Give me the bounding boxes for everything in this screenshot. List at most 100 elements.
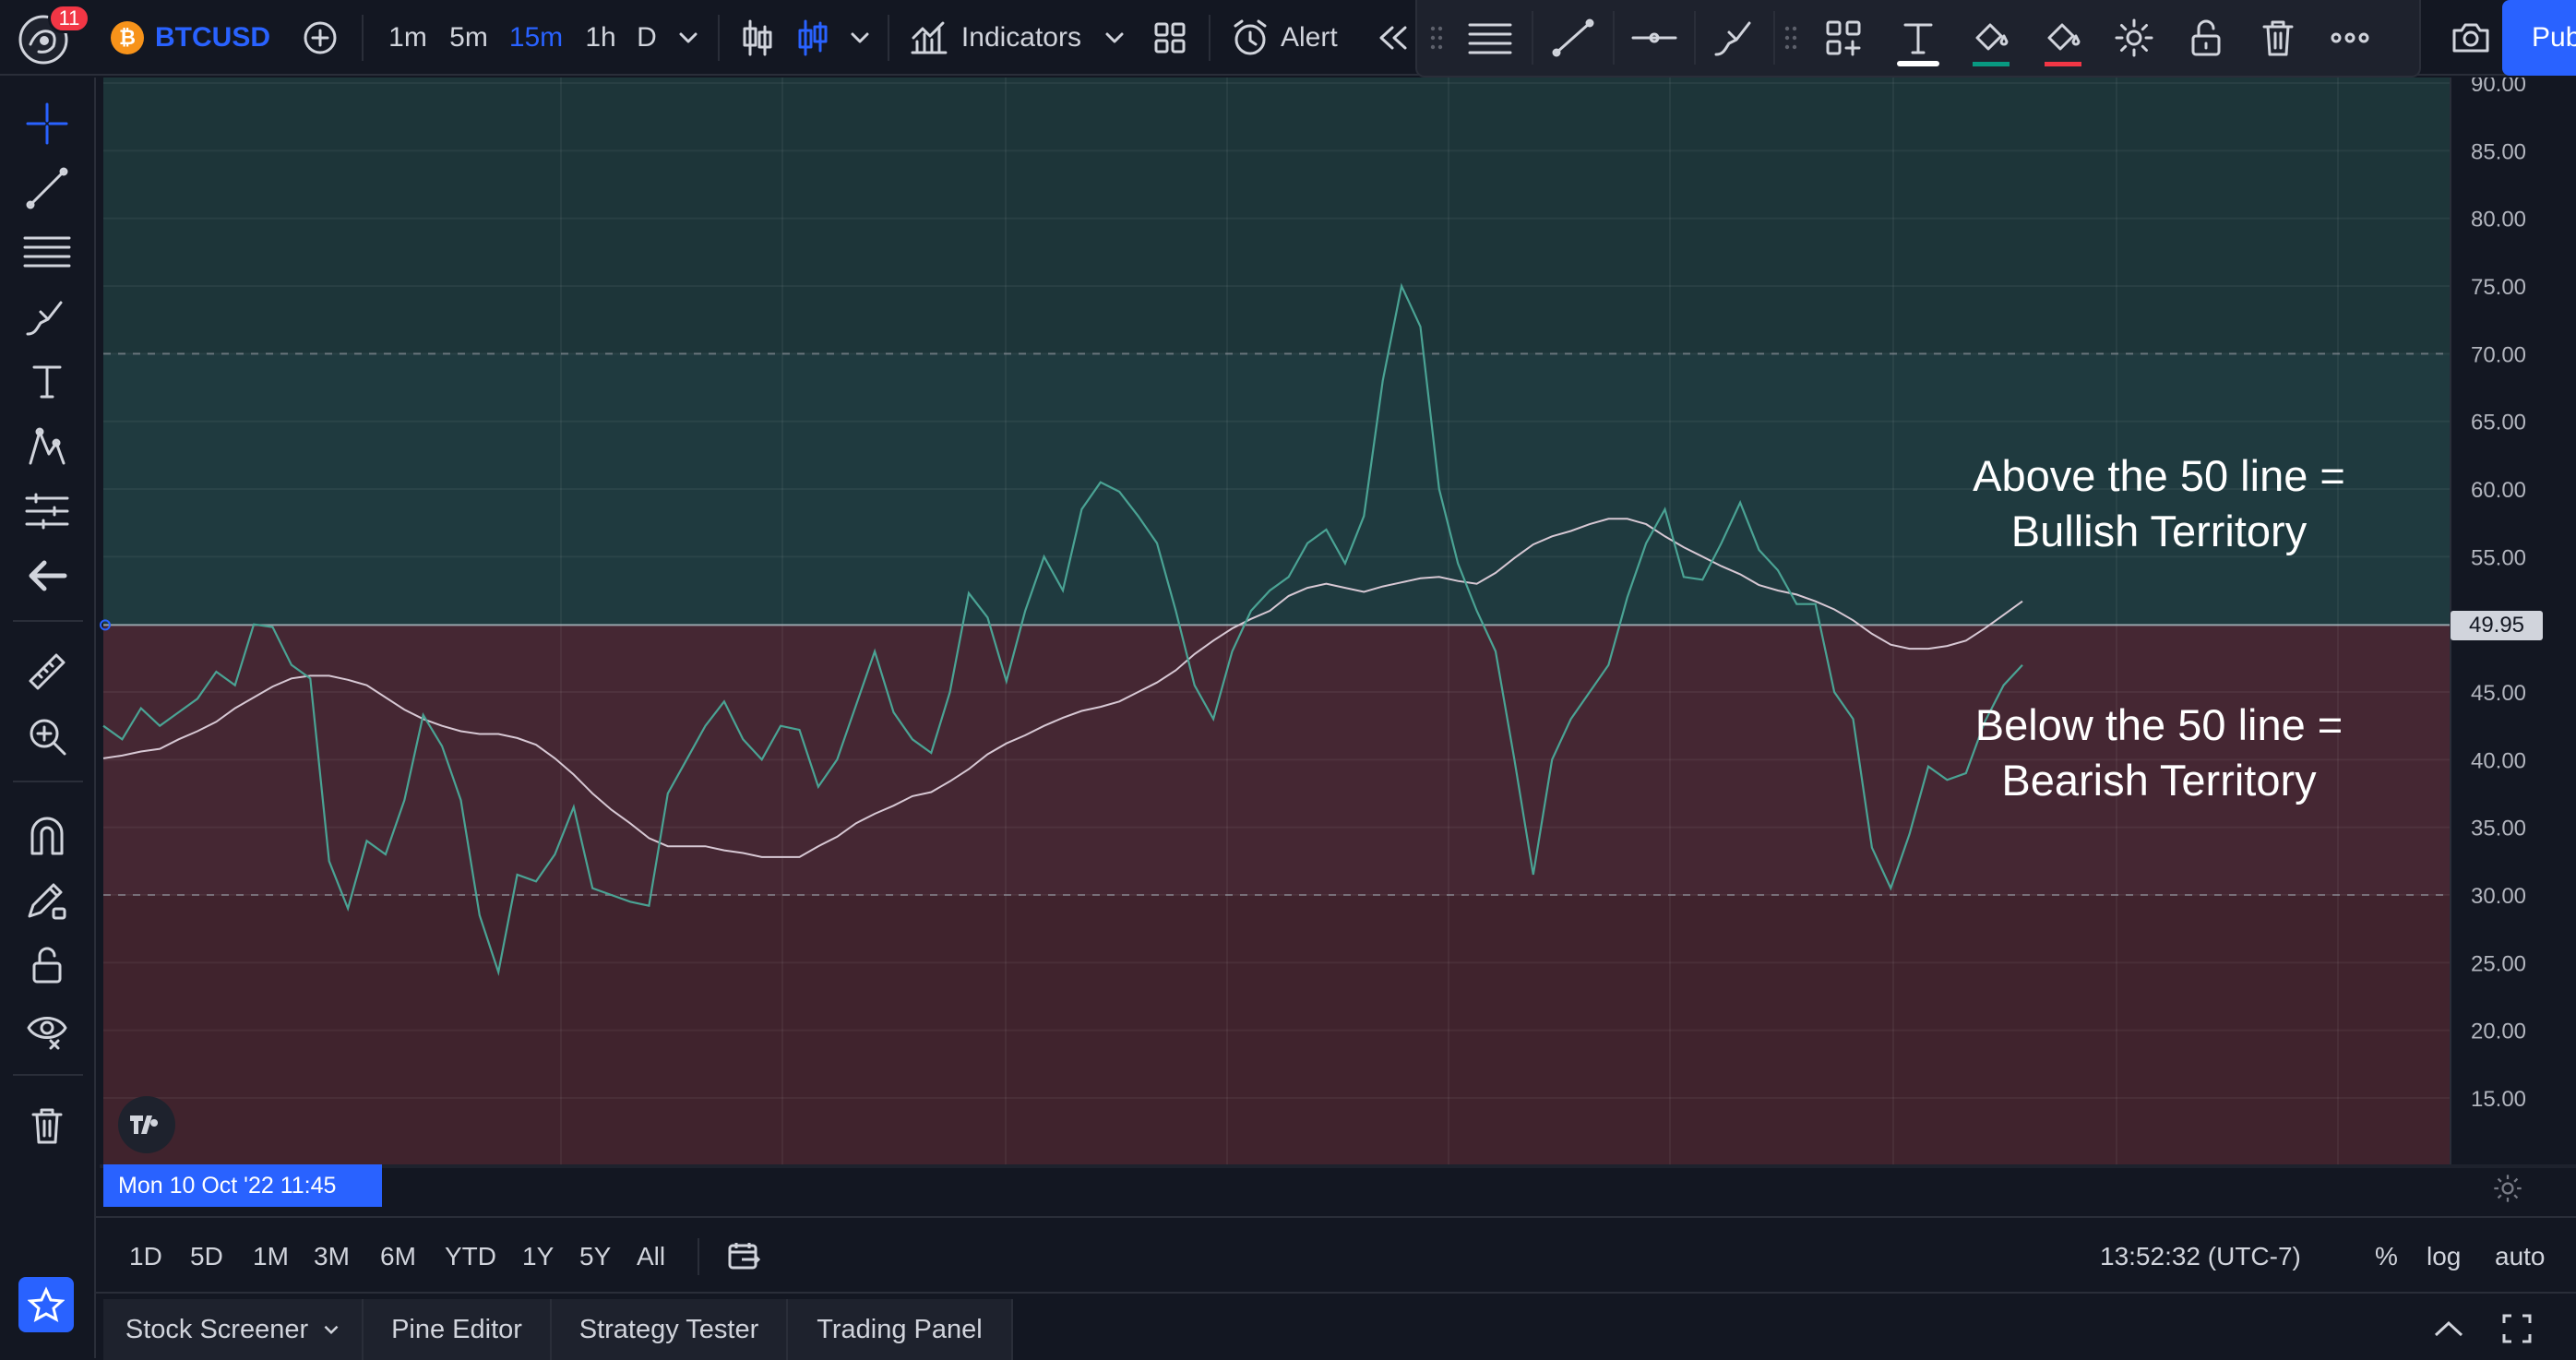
measure-tool[interactable] (13, 642, 81, 701)
range-6m[interactable]: 6M (380, 1218, 416, 1295)
tab-strategy-tester[interactable]: Strategy Tester (552, 1299, 788, 1360)
magnet-icon (30, 817, 64, 855)
brush-icon (1714, 21, 1751, 56)
more-dots-icon (2331, 32, 2369, 43)
trendline-tool[interactable] (13, 159, 81, 218)
hide-toolbar-button[interactable] (13, 546, 81, 605)
log-toggle[interactable]: log (2427, 1218, 2461, 1295)
interval-15m[interactable]: 15m (506, 0, 566, 76)
indicators-dropdown[interactable] (1098, 0, 1131, 76)
left-toolbar (0, 78, 96, 1358)
alert-button[interactable]: Alert (1231, 0, 1345, 76)
chart-type-dropdown[interactable] (843, 0, 877, 76)
range-all[interactable]: All (637, 1218, 665, 1295)
collapse-panel-button[interactable] (2430, 1310, 2467, 1347)
camera-icon (2452, 23, 2489, 53)
pattern-tool[interactable] (13, 417, 81, 476)
magnet-tool[interactable] (13, 806, 81, 865)
notification-badge[interactable]: 11 (48, 4, 90, 33)
tab-stock-screener[interactable]: Stock Screener (103, 1299, 364, 1360)
paint-bucket-icon (1975, 23, 2009, 51)
eye-icon (27, 1017, 67, 1050)
percent-toggle[interactable]: % (2375, 1218, 2398, 1295)
remove-drawings[interactable] (13, 1096, 81, 1155)
auto-toggle[interactable]: auto (2495, 1218, 2546, 1295)
drawing-toolbar (1415, 0, 2421, 78)
chart-settings-button[interactable] (2482, 1168, 2534, 1209)
interval-d[interactable]: D (633, 0, 661, 76)
y-tick-label: 30.00 (2471, 884, 2526, 909)
replay-button[interactable] (1375, 0, 1412, 76)
range-5y[interactable]: 5Y (579, 1218, 611, 1295)
lock-drawings[interactable] (13, 936, 81, 995)
y-tick-label: 85.00 (2471, 139, 2526, 164)
compare-symbol-button[interactable] (297, 0, 343, 76)
zoom-in-icon (30, 719, 66, 756)
snapshot-button[interactable] (2445, 0, 2497, 76)
range-3m[interactable]: 3M (314, 1218, 350, 1295)
range-1y[interactable]: 1Y (522, 1218, 554, 1295)
publish-button[interactable]: Pub (2502, 0, 2576, 76)
y-tick-label: 70.00 (2471, 342, 2526, 367)
text-tool[interactable] (13, 352, 81, 412)
indicators-button[interactable]: Indicators (910, 0, 1081, 76)
crosshair-tool[interactable] (13, 94, 81, 153)
bar-style-candles-button[interactable] (734, 0, 781, 76)
drawing-templates-button[interactable] (1460, 0, 1521, 76)
interval-1h[interactable]: 1h (578, 0, 624, 76)
range-ytd[interactable]: YTD (445, 1218, 496, 1295)
text-color-swatch (1897, 61, 1939, 66)
y-tick-label: 60.00 (2471, 478, 2526, 503)
border-color-button[interactable] (2032, 0, 2093, 76)
stay-in-drawing-mode[interactable] (13, 871, 81, 930)
grid-icon (1154, 22, 1186, 54)
drag-dots-icon (1784, 26, 1797, 50)
trendline-button[interactable] (1543, 0, 1604, 76)
more-button[interactable] (2320, 0, 2380, 76)
brush-button[interactable] (1705, 0, 1766, 76)
ruler-icon (29, 653, 66, 690)
interval-5m[interactable]: 5m (443, 0, 495, 76)
text-icon (1903, 23, 1933, 54)
drag-handle[interactable] (1425, 0, 1449, 76)
indicators-label: Indicators (960, 22, 1081, 53)
arrow-left-icon (29, 560, 67, 591)
fill-color-button[interactable] (1960, 0, 2021, 76)
zoom-tool[interactable] (13, 707, 81, 766)
intervals-dropdown[interactable] (672, 0, 705, 76)
crosshair-icon (26, 102, 68, 145)
prediction-tool[interactable] (13, 482, 81, 541)
delete-button[interactable] (2248, 0, 2308, 76)
maximize-panel-button[interactable] (2498, 1310, 2535, 1347)
rsi-chart[interactable]: 90.00 85.00 80.00 75.00 70.00 65.00 60.00 55.00… (100, 78, 2576, 1168)
paint-bucket-icon (2047, 23, 2081, 51)
symbol-search-button[interactable]: ₿ BTCUSD (111, 0, 282, 76)
y-tick-label: 80.00 (2471, 208, 2526, 233)
text-tool-button[interactable] (1886, 0, 1950, 76)
range-5d[interactable]: 5D (190, 1218, 223, 1295)
time-axis[interactable] (100, 1164, 2576, 1168)
drag-handle-2[interactable] (1779, 0, 1803, 76)
bar-style-active-button[interactable] (790, 0, 836, 76)
favorites-button[interactable] (18, 1277, 74, 1332)
clock-display[interactable]: 13:52:32 (UTC-7) (2100, 1218, 2301, 1295)
settings-button[interactable] (2104, 0, 2165, 76)
gear-icon (2494, 1175, 2522, 1202)
tab-trading-panel[interactable]: Trading Panel (788, 1299, 1013, 1360)
range-1d[interactable]: 1D (129, 1218, 162, 1295)
lock-button[interactable] (2176, 0, 2236, 76)
interval-1m[interactable]: 1m (384, 0, 432, 76)
tradingview-logo (118, 1096, 175, 1153)
fib-tool[interactable] (13, 223, 81, 282)
range-1m[interactable]: 1M (253, 1218, 289, 1295)
brush-tool[interactable] (13, 288, 81, 347)
line-style-button[interactable] (1624, 0, 1685, 76)
tab-pine-editor[interactable]: Pine Editor (364, 1299, 552, 1360)
bearish-annotation-line1: Below the 50 line = (1974, 700, 2343, 749)
hide-drawings[interactable] (13, 1000, 81, 1059)
add-widget-button[interactable] (1814, 0, 1873, 76)
goto-date-button[interactable] (727, 1218, 762, 1295)
lines-template-icon (1468, 23, 1512, 54)
trendline-icon (1552, 18, 1594, 57)
templates-button[interactable] (1148, 0, 1192, 76)
